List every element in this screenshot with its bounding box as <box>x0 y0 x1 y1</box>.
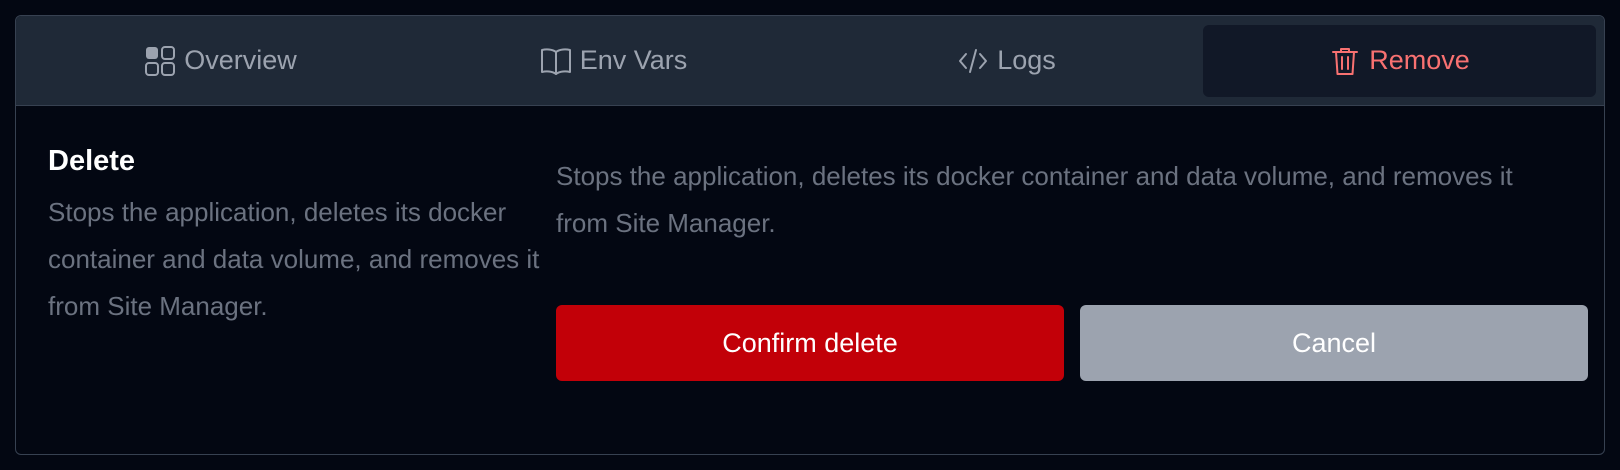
grid-icon <box>145 45 176 76</box>
trash-icon <box>1332 47 1359 75</box>
confirm-panel: Stops the application, deletes its docke… <box>556 153 1566 247</box>
section-description: Stops the application, deletes its docke… <box>48 197 540 321</box>
tab-logs[interactable]: Logs <box>810 25 1203 97</box>
confirm-message: Stops the application, deletes its docke… <box>556 161 1513 238</box>
tab-env-vars[interactable]: Env Vars <box>417 25 810 97</box>
tab-label: Env Vars <box>579 45 688 75</box>
app-settings-panel: Overview Env Vars Logs Remove Delete Sto… <box>15 15 1605 455</box>
remove-tab-content: Delete Stops the application, deletes it… <box>16 107 1604 454</box>
tab-label: Overview <box>184 45 297 75</box>
code-icon <box>959 48 988 73</box>
book-icon <box>540 47 571 75</box>
tab-overview[interactable]: Overview <box>24 25 417 97</box>
confirm-actions: Confirm delete Cancel <box>556 305 1588 381</box>
tab-bar: Overview Env Vars Logs Remove <box>16 16 1604 106</box>
tab-label: Logs <box>997 45 1056 75</box>
confirm-delete-button[interactable]: Confirm delete <box>556 305 1064 381</box>
delete-section: Delete Stops the application, deletes it… <box>48 143 548 330</box>
cancel-button[interactable]: Cancel <box>1080 305 1588 381</box>
tab-label: Remove <box>1369 45 1470 75</box>
section-title: Delete <box>48 145 136 177</box>
tab-remove[interactable]: Remove <box>1203 24 1596 97</box>
